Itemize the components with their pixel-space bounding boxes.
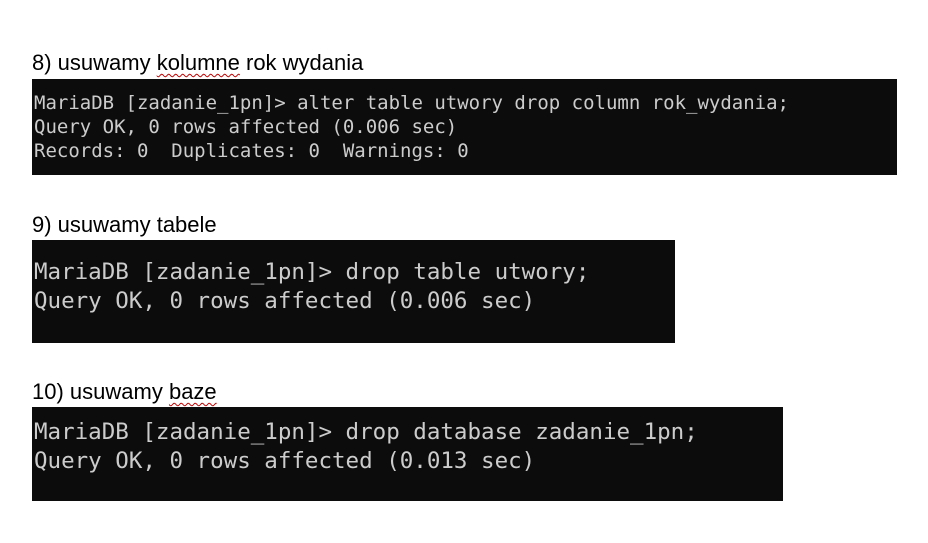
step-9-heading: 9) usuwamy tabele	[32, 212, 217, 238]
step-8-terminal-screenshot: MariaDB [zadanie_1pn]> alter table utwor…	[32, 79, 897, 175]
step-10-heading: 10) usuwamy baze	[32, 379, 217, 405]
step-8-heading-flagged-word: kolumne	[156, 50, 240, 75]
step-10-terminal-screenshot: MariaDB [zadanie_1pn]> drop database zad…	[32, 407, 783, 501]
terminal-line-result: Query OK, 0 rows affected (0.006 sec)	[34, 116, 458, 138]
step-9-terminal-screenshot: MariaDB [zadanie_1pn]> drop table utwory…	[32, 240, 675, 343]
terminal-line-command: MariaDB [zadanie_1pn]> alter table utwor…	[34, 92, 789, 114]
terminal-line-command: MariaDB [zadanie_1pn]> drop database zad…	[34, 419, 698, 445]
step-10-heading-flagged-word: baze	[168, 379, 217, 404]
step-9-heading-text: 9) usuwamy tabele	[32, 212, 217, 237]
step-8-heading-text: 8) usuwamy	[32, 50, 157, 75]
step-8-heading: 8) usuwamy kolumne rok wydania	[32, 50, 363, 76]
step-8-heading-suffix: rok wydania	[239, 50, 364, 75]
terminal-line-result: Query OK, 0 rows affected (0.006 sec)	[34, 288, 536, 314]
step-10-heading-text: 10) usuwamy	[32, 379, 169, 404]
terminal-line-result: Query OK, 0 rows affected (0.013 sec)	[34, 448, 536, 474]
terminal-line-records: Records: 0 Duplicates: 0 Warnings: 0	[34, 140, 469, 162]
terminal-line-command: MariaDB [zadanie_1pn]> drop table utwory…	[34, 259, 590, 285]
